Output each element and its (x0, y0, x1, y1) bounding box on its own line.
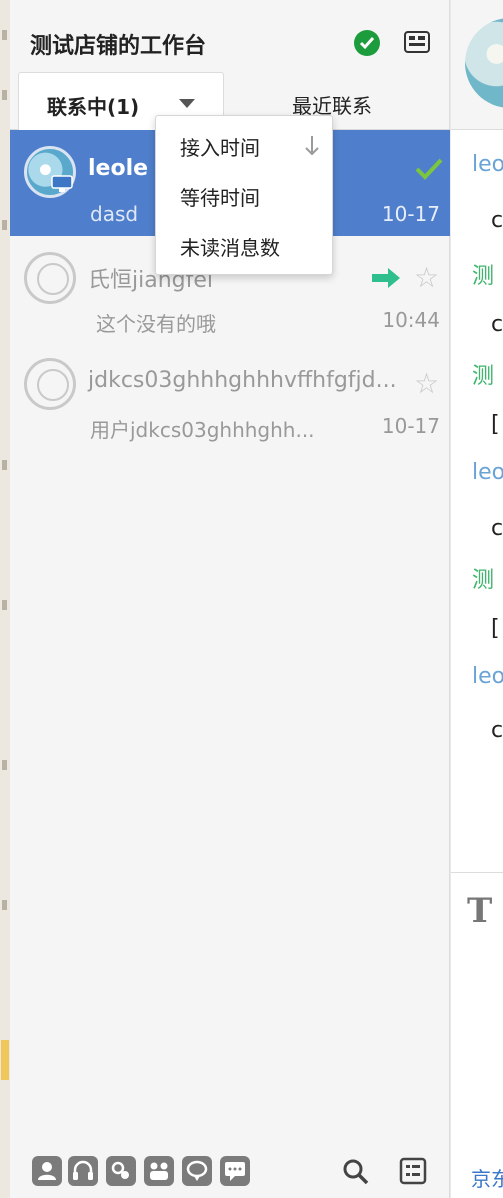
message-sender: 测 (472, 568, 495, 593)
avatar (24, 358, 76, 410)
tab-contacting-label: 联系中(1) (47, 95, 140, 119)
conversation-time: 10-17 (381, 202, 440, 226)
online-status-icon[interactable] (354, 30, 380, 56)
customer-chat-icon[interactable] (182, 1156, 212, 1186)
layout-icon[interactable] (404, 31, 430, 53)
search-icon[interactable] (340, 1156, 370, 1186)
edge-mark (2, 900, 7, 910)
message-sender: leo (472, 152, 503, 177)
edge-mark (2, 460, 7, 470)
message-body: c (491, 208, 503, 233)
chat-panel: leo c 测 c 测 [ leo c 测 [ leo c T 京东 (451, 0, 503, 1198)
sort-by-unread-count[interactable]: 未读消息数 (180, 232, 280, 261)
edge-mark (2, 90, 7, 100)
message-sender: 测 (472, 364, 495, 389)
bottom-toolbar (10, 1140, 450, 1198)
message-body: c (491, 516, 503, 541)
font-style-icon[interactable]: T (467, 891, 492, 931)
jd-link[interactable]: 京东 (471, 1163, 503, 1192)
message-body: [ (491, 412, 500, 437)
edge-mark (2, 600, 7, 610)
star-icon[interactable]: ☆ (414, 264, 439, 292)
conversation-preview: 用户jdkcs03ghhhghh... (90, 418, 315, 442)
workbench-title: 测试店铺的工作台 (30, 34, 207, 59)
conversation-time: 10-17 (381, 414, 440, 438)
message-sender: 测 (472, 264, 495, 289)
edge-mark (2, 220, 7, 230)
star-icon[interactable]: ☆ (414, 370, 439, 398)
conversation-item[interactable]: jdkcs03ghhhghhhvffhfgfjd... ☆ 用户jdkcs03g… (10, 342, 450, 448)
workbench-header: 测试店铺的工作台 (10, 0, 449, 72)
message-composer[interactable]: T 京东 (451, 872, 503, 1198)
conversation-name: leole (88, 156, 149, 181)
sort-by-wait-time[interactable]: 等待时间 (180, 182, 260, 211)
sort-by-access-time[interactable]: 接入时间 (180, 132, 260, 161)
list-menu-icon[interactable] (398, 1156, 428, 1186)
conversation-time: 10:44 (382, 308, 440, 332)
team-icon[interactable] (144, 1156, 174, 1186)
transfer-arrow-icon[interactable] (370, 266, 402, 290)
message-sender: leo (472, 664, 503, 689)
message-body: [ (491, 616, 500, 641)
conversation-name: jdkcs03ghhhghhhvffhfgfjd... (88, 368, 397, 393)
message-body: c (491, 312, 503, 337)
message-sender: leo (472, 460, 503, 485)
sort-dropdown-menu: 接入时间 等待时间 未读消息数 (155, 115, 333, 275)
avatar (24, 252, 76, 304)
chat-avatar (465, 18, 503, 108)
avatar (24, 146, 76, 198)
headset-icon[interactable] (68, 1156, 98, 1186)
edge-mark (2, 760, 7, 770)
message-icon[interactable] (220, 1156, 250, 1186)
conversation-preview: 这个没有的哦 (96, 312, 216, 336)
chevron-down-icon[interactable] (179, 99, 195, 108)
sort-down-arrow-icon (305, 136, 319, 156)
settings-users-icon[interactable] (106, 1156, 136, 1186)
checkmark-icon (415, 158, 443, 180)
conversation-preview: dasd (90, 202, 139, 226)
contacts-icon[interactable] (32, 1156, 62, 1186)
edge-highlight (1, 1040, 9, 1080)
monitor-icon (51, 175, 73, 192)
message-body: c (491, 718, 503, 743)
workbench-panel: 测试店铺的工作台 联系中(1) 最近联系 leole dasd 10-17 氏恒… (10, 0, 450, 1198)
desktop-edge-strip (0, 0, 10, 1198)
edge-mark (2, 30, 7, 40)
chat-header (451, 0, 503, 130)
